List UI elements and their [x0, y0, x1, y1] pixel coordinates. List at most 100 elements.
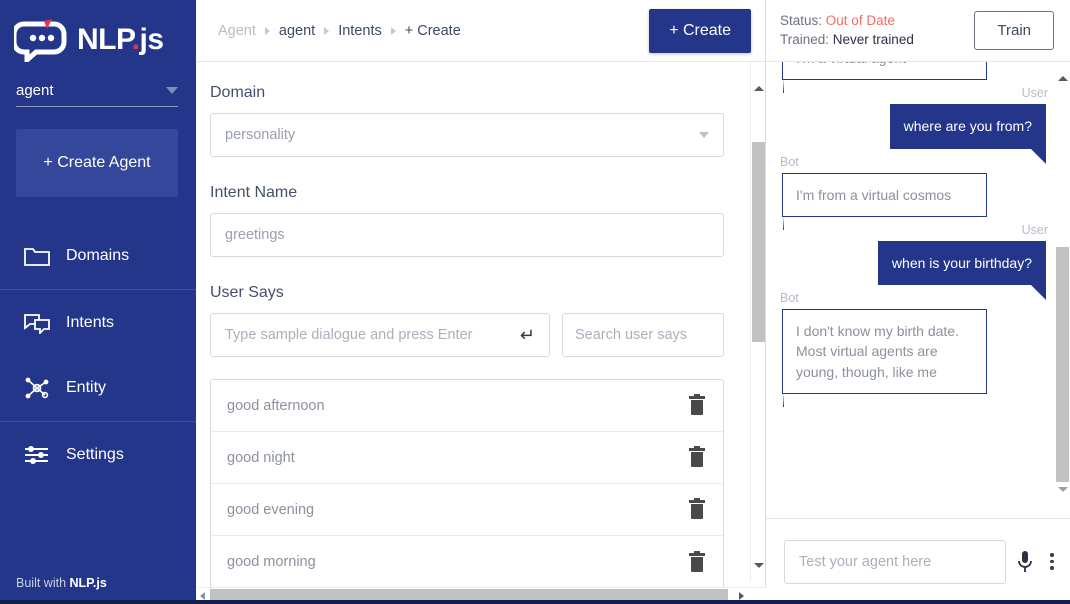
sidebar-item-intents[interactable]: Intents: [0, 289, 196, 355]
chat-bubble-user: where are you from?: [889, 104, 1047, 164]
breadcrumb-item-agent-root[interactable]: Agent: [218, 23, 256, 39]
user-says-text: good morning: [227, 554, 316, 570]
chevron-down-icon: [699, 132, 709, 138]
delete-icon[interactable]: [689, 394, 705, 415]
chat-bubble-bot: I'm from a virtual cosmos: [782, 172, 987, 231]
message-group-user: User when is your birthday?: [780, 222, 1048, 301]
chevron-right-icon: [264, 26, 270, 35]
message-group-user: User where are you from?: [780, 86, 1048, 164]
sidebar-item-label: Domains: [66, 247, 130, 264]
search-placeholder: Search user says: [575, 327, 688, 343]
breadcrumb-item-agent[interactable]: agent: [279, 23, 315, 39]
app-root: NLP.js agent + Create Agent Domains Inte…: [0, 0, 1070, 604]
delete-icon[interactable]: [689, 446, 705, 467]
user-says-text: good evening: [227, 501, 315, 518]
chat-bubbles-icon: [24, 311, 50, 335]
agent-selector-label: agent: [16, 82, 54, 99]
sidebar-nav: Domains Intents Entity Settings: [0, 223, 196, 487]
domain-select-value: personality: [225, 127, 296, 143]
chat-bubble-bot: I'm a virtual agent: [782, 62, 987, 94]
message-group-bot: I'm a virtual agent: [780, 62, 1048, 94]
trained-row: Trained: Never trained: [780, 31, 914, 49]
window-bottom-strip: [0, 600, 1070, 604]
agent-selector[interactable]: agent: [16, 82, 178, 107]
list-item[interactable]: good afternoon: [211, 380, 723, 432]
sidebar-item-domains[interactable]: Domains: [0, 223, 196, 289]
sidebar-item-label: Intents: [66, 313, 115, 331]
footer-prefix: Built with: [16, 576, 70, 590]
chat-header: Status: Out of Date Trained: Never train…: [766, 0, 1070, 62]
trained-value: Never trained: [832, 31, 914, 47]
user-says-text: good night: [227, 449, 295, 466]
intent-name-input[interactable]: greetings: [210, 213, 724, 257]
scrollbar-thumb[interactable]: [1056, 247, 1069, 482]
chat-input-bar: Test your agent here: [766, 518, 1070, 604]
breadcrumb-item-create[interactable]: + Create: [405, 23, 461, 39]
chat-scrollbar[interactable]: [1055, 62, 1070, 502]
message-group-bot: Bot I don't know my birth date. Most vir…: [780, 291, 1048, 407]
scroll-down-icon[interactable]: [754, 563, 764, 568]
list-item[interactable]: good evening: [211, 484, 723, 536]
chevron-down-icon: [166, 87, 178, 94]
scroll-right-icon[interactable]: [739, 592, 744, 600]
folder-icon: [24, 244, 50, 268]
message-role-label: User: [1021, 222, 1048, 237]
list-item[interactable]: good night: [211, 432, 723, 484]
chat-panel: Status: Out of Date Trained: Never train…: [766, 0, 1070, 604]
app-logo: NLP.js: [0, 0, 196, 66]
sidebar-item-settings[interactable]: Settings: [0, 421, 196, 487]
delete-icon[interactable]: [689, 498, 705, 519]
delete-icon[interactable]: [689, 550, 705, 572]
user-says-controls: Type sample dialogue and press Enter ↵ S…: [210, 313, 724, 357]
message-role-label: Bot: [780, 291, 799, 306]
form-scroll-area: Domain personality Intent Name greetings…: [196, 62, 765, 604]
sidebar-item-entity[interactable]: Entity: [0, 355, 196, 421]
main-vertical-scrollbar[interactable]: [750, 62, 765, 582]
breadcrumb-item-intents[interactable]: Intents: [338, 23, 382, 39]
scroll-left-icon[interactable]: [200, 592, 205, 600]
message-role-label: Bot: [780, 154, 799, 169]
entity-graph-icon: [24, 376, 50, 400]
domain-label: Domain: [210, 84, 266, 101]
microphone-icon[interactable]: [1016, 549, 1034, 575]
chat-input[interactable]: Test your agent here: [784, 539, 1006, 584]
intent-name-label: Intent Name: [210, 184, 298, 201]
status-badge: Out of Date: [825, 13, 895, 29]
user-says-list: good afternoon good night good evening g…: [210, 379, 724, 589]
chat-bubble-user: when is your birthday?: [877, 240, 1047, 301]
create-agent-button[interactable]: + Create Agent: [16, 129, 178, 197]
chat-bubble-bot: I don't know my birth date. Most virtual…: [782, 309, 987, 407]
main-panel: Agent agent Intents + Create + Create Do…: [196, 0, 766, 604]
sidebar-item-label: Settings: [66, 445, 124, 463]
nlpjs-logo-icon: [11, 18, 70, 66]
logo-wordmark: NLP.js: [77, 23, 164, 56]
footer-brand: NLP.js: [69, 576, 107, 590]
chat-input-placeholder: Test your agent here: [799, 553, 932, 570]
user-says-label: User Says: [210, 284, 284, 301]
scroll-up-icon[interactable]: [754, 86, 764, 91]
scroll-down-icon[interactable]: [1058, 487, 1068, 492]
intent-name-value: greetings: [225, 227, 285, 243]
chevron-right-icon: [324, 26, 330, 35]
chat-messages: I'm a virtual agent User where are you f…: [766, 62, 1070, 518]
sidebar-footer: Built with NLP.js: [16, 576, 107, 590]
search-user-says-input[interactable]: Search user says: [562, 313, 724, 357]
scrollbar-thumb[interactable]: [752, 142, 765, 342]
training-status: Status: Out of Date Trained: Never train…: [780, 12, 914, 48]
user-says-text: good afternoon: [227, 397, 325, 414]
sliders-icon: [24, 443, 50, 467]
chevron-right-icon: [390, 26, 396, 35]
sidebar-item-label: Entity: [66, 379, 107, 396]
train-button[interactable]: Train: [974, 11, 1054, 50]
scroll-up-icon[interactable]: [1058, 76, 1068, 81]
more-vertical-icon[interactable]: [1044, 551, 1060, 573]
message-group-bot: Bot I'm from a virtual cosmos: [780, 154, 1048, 231]
user-says-input[interactable]: Type sample dialogue and press Enter ↵: [210, 313, 550, 357]
main-header: Agent agent Intents + Create + Create: [196, 0, 765, 62]
domain-select[interactable]: personality: [210, 113, 724, 157]
list-item[interactable]: good morning: [211, 536, 723, 588]
enter-key-icon: ↵: [519, 324, 535, 345]
create-button[interactable]: + Create: [649, 8, 751, 53]
intent-form: Domain personality Intent Name greetings…: [210, 84, 724, 589]
sidebar: NLP.js agent + Create Agent Domains Inte…: [0, 0, 196, 604]
